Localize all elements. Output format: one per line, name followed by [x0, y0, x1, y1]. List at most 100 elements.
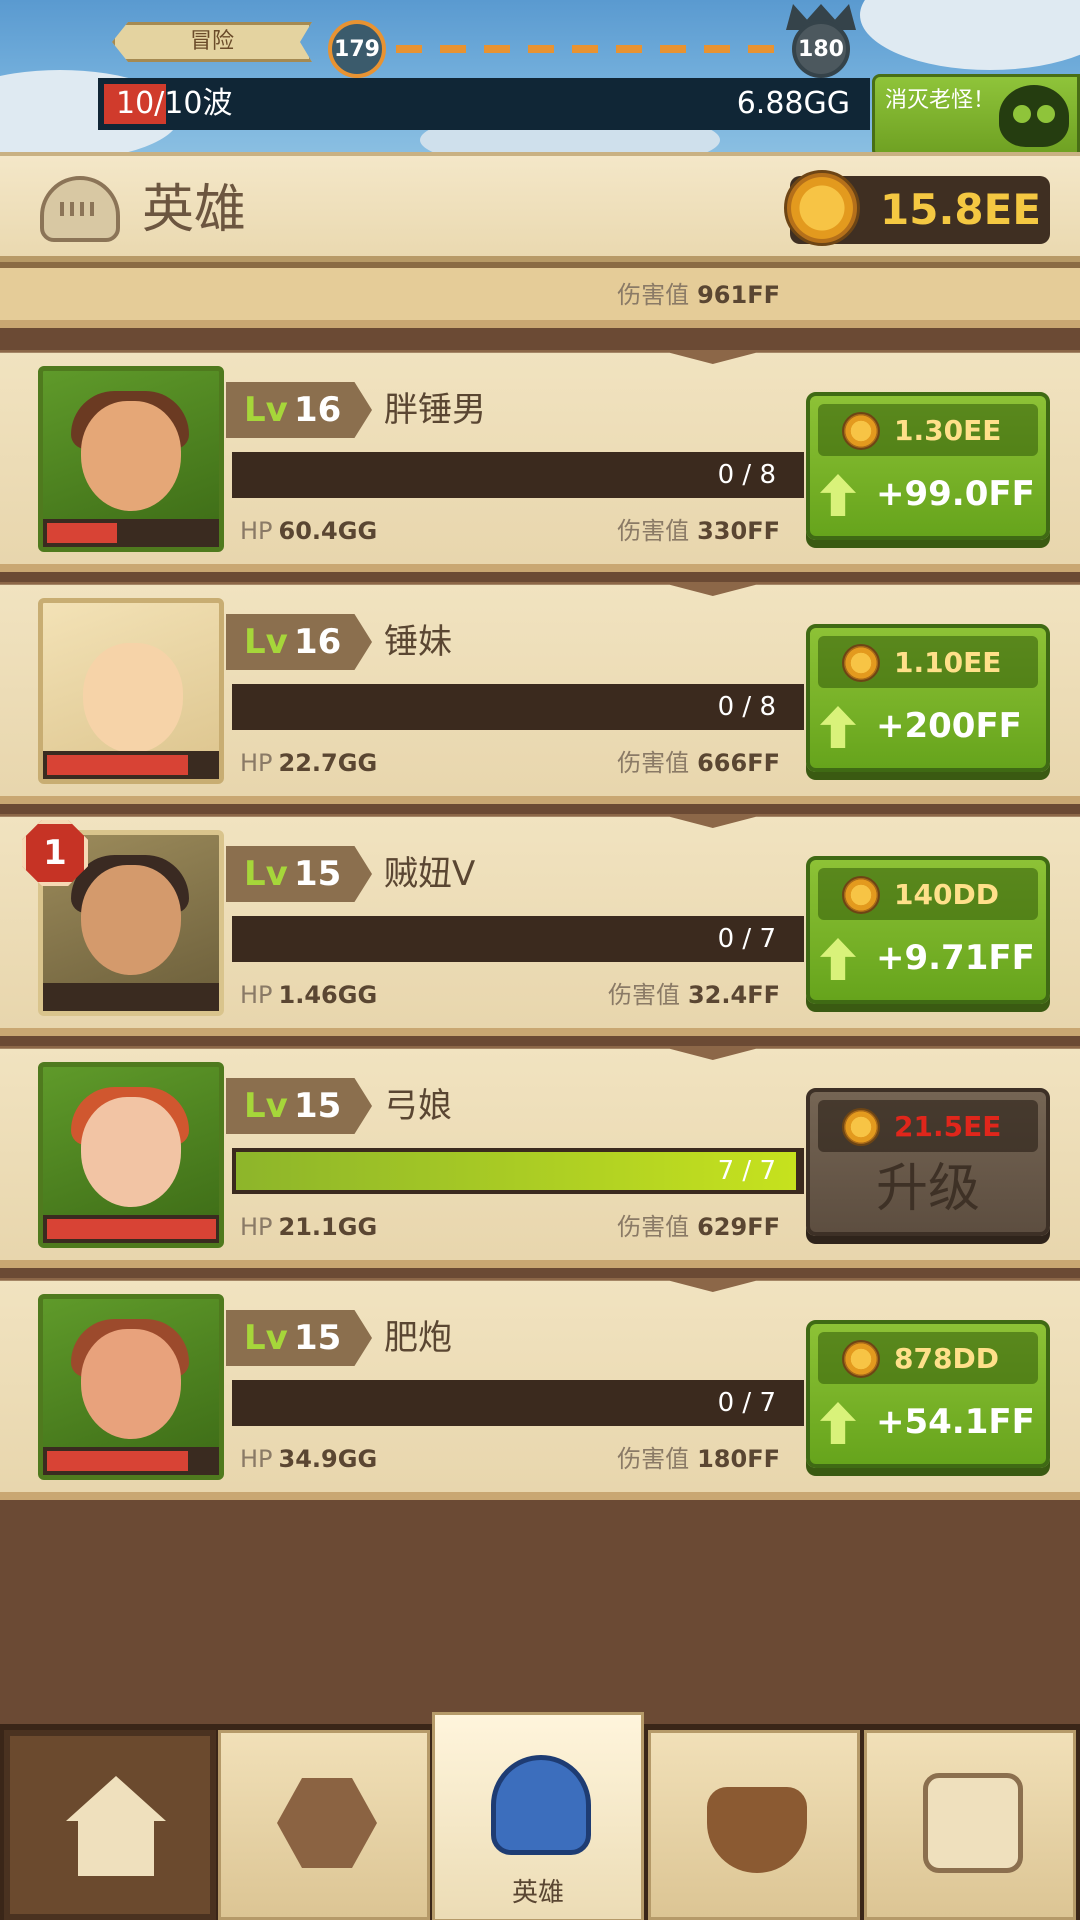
hero-face	[81, 1329, 181, 1439]
upgrade-button[interactable]: 21.5EE 升级	[806, 1088, 1050, 1236]
damage-value: 629FF	[697, 1213, 780, 1241]
damage-label: 伤害值	[617, 281, 690, 309]
upgrade-cost: 1.10EE	[894, 646, 1002, 679]
page-title: 英雄	[142, 180, 247, 240]
damage-value: 330FF	[697, 517, 780, 545]
hero-portrait[interactable]	[38, 598, 224, 784]
upgrade-cost: 140DD	[894, 878, 999, 911]
upgrade-progress-fill	[236, 1152, 796, 1190]
nav-tab-gem[interactable]	[218, 1730, 430, 1920]
damage-gain: +200FF	[876, 706, 1022, 746]
damage-stat: 伤害值 629FF	[617, 1212, 780, 1242]
hero-row[interactable]: 1 Lv 15 贼妞V 0 / 7 HP 1.46GG 伤害值 32.4FF 140…	[0, 814, 1080, 1036]
upgrade-cost: 21.5EE	[894, 1110, 1002, 1143]
hp-label: HP	[240, 749, 273, 777]
upgrade-progress-bar: 7 / 7	[232, 1148, 804, 1194]
coin-icon	[842, 1108, 880, 1146]
hero-portrait[interactable]	[38, 366, 224, 552]
hero-face	[81, 865, 181, 975]
hp-label: HP	[240, 981, 273, 1009]
upgrade-progress-text: 7 / 7	[717, 1156, 776, 1186]
hero-hp-bar	[43, 1447, 219, 1475]
damage-stat: 伤害值 180FF	[617, 1444, 780, 1474]
hero-helmet-icon	[491, 1755, 591, 1855]
row-divider	[0, 1278, 1080, 1292]
coin-icon	[784, 170, 860, 246]
damage-label: 伤害值	[617, 749, 690, 777]
hp-value: 1.46GG	[278, 981, 378, 1009]
hero-name: 贼妞V	[384, 854, 476, 894]
coin-icon	[842, 1340, 880, 1378]
damage-stat: 伤害值 666FF	[617, 748, 780, 778]
coin-icon	[842, 876, 880, 914]
cost-bar: 1.30EE	[818, 404, 1038, 456]
hp-label: HP	[240, 1213, 273, 1241]
nav-tab-label: 英雄	[511, 1878, 564, 1908]
adventure-tag[interactable]: 冒险	[112, 22, 312, 62]
level-up-button[interactable]: 1.10EE +200FF	[806, 624, 1050, 772]
hero-hp-fill	[47, 755, 188, 775]
cloud	[860, 0, 1080, 70]
upgrade-progress-text: 0 / 8	[717, 692, 776, 722]
level-up-button[interactable]: 1.30EE +99.0FF	[806, 392, 1050, 540]
hp-stat: HP 60.4GG	[240, 516, 377, 546]
hp-value: 22.7GG	[278, 749, 378, 777]
upgrade-cost: 878DD	[894, 1342, 999, 1375]
level-up-button[interactable]: 878DD +54.1FF	[806, 1320, 1050, 1468]
hero-row[interactable]: Lv 15 肥炮 0 / 7 HP 34.9GG 伤害值 180FF 878DD +…	[0, 1278, 1080, 1500]
level-prefix: Lv	[244, 854, 288, 894]
hero-portrait[interactable]	[38, 1294, 224, 1480]
nav-tab-cauldron[interactable]	[648, 1730, 860, 1920]
cost-bar: 878DD	[818, 1332, 1038, 1384]
stage-area: 冒险 179 180 10/10波 6.88GG 消灭老怪！	[0, 0, 1080, 160]
level-tag: Lv 15	[226, 1310, 372, 1366]
hp-label: HP	[240, 1445, 273, 1473]
hp-stat: HP 21.1GG	[240, 1212, 377, 1242]
level-tag: Lv 16	[226, 614, 372, 670]
coin-icon	[842, 644, 880, 682]
level-prefix: Lv	[244, 1086, 288, 1126]
hp-value: 60.4GG	[278, 517, 378, 545]
hero-face	[83, 643, 183, 753]
damage-gain: +54.1FF	[876, 1402, 1035, 1442]
hero-row-partial: 伤害值 961FF	[0, 268, 1080, 328]
upgrade-cost: 1.30EE	[894, 414, 1002, 447]
next-stage-number: 180	[792, 20, 850, 78]
kill-boss-button[interactable]: 消灭老怪！	[872, 74, 1080, 158]
damage-gain: +99.0FF	[876, 474, 1035, 514]
hero-name: 弓娘	[384, 1086, 452, 1126]
stage-progress-line	[396, 45, 776, 53]
level-number: 15	[294, 1086, 342, 1126]
hero-list[interactable]: 伤害值 961FF Lv 16 胖锤男 0 / 8 HP 60.4GG 伤害值 330…	[0, 268, 1080, 1508]
wave-count: 10/10波	[116, 86, 233, 121]
current-stage-number: 179	[328, 20, 386, 78]
hero-portrait[interactable]	[38, 1062, 224, 1248]
treasure-chest-icon	[923, 1773, 1023, 1873]
cost-bar: 140DD	[818, 868, 1038, 920]
cost-bar: 21.5EE	[818, 1100, 1038, 1152]
helmet-icon	[40, 176, 120, 242]
damage-label: 伤害值	[617, 1445, 690, 1473]
hero-hp-fill	[47, 1219, 216, 1239]
hero-row[interactable]: Lv 16 锤妹 0 / 8 HP 22.7GG 伤害值 666FF 1.10EE …	[0, 582, 1080, 804]
camp-icon	[66, 1776, 166, 1876]
damage-value: 180FF	[697, 1445, 780, 1473]
level-tag: Lv 16	[226, 382, 372, 438]
upgrade-progress-text: 0 / 7	[717, 1388, 776, 1418]
hero-hp-bar	[43, 519, 219, 547]
nav-tab-chest[interactable]	[864, 1730, 1076, 1920]
coin-icon	[842, 412, 880, 450]
hero-hp-bar	[43, 1215, 219, 1243]
cauldron-icon	[707, 1787, 807, 1873]
upgrade-progress-bar: 0 / 8	[232, 684, 804, 730]
nav-tab-camp[interactable]	[4, 1730, 216, 1920]
hero-row[interactable]: Lv 16 胖锤男 0 / 8 HP 60.4GG 伤害值 330FF 1.30EE…	[0, 350, 1080, 572]
row-divider	[0, 350, 1080, 364]
gem-icon	[277, 1778, 377, 1868]
notification-badge: 1	[22, 820, 88, 886]
wave-bar: 10/10波 6.88GG	[98, 78, 870, 130]
hero-row[interactable]: Lv 15 弓娘 7 / 7 HP 21.1GG 伤害值 629FF 21.5EE …	[0, 1046, 1080, 1268]
level-tag: Lv 15	[226, 846, 372, 902]
nav-tab-heroes[interactable]: 英雄	[432, 1712, 644, 1920]
level-up-button[interactable]: 140DD +9.71FF	[806, 856, 1050, 1004]
